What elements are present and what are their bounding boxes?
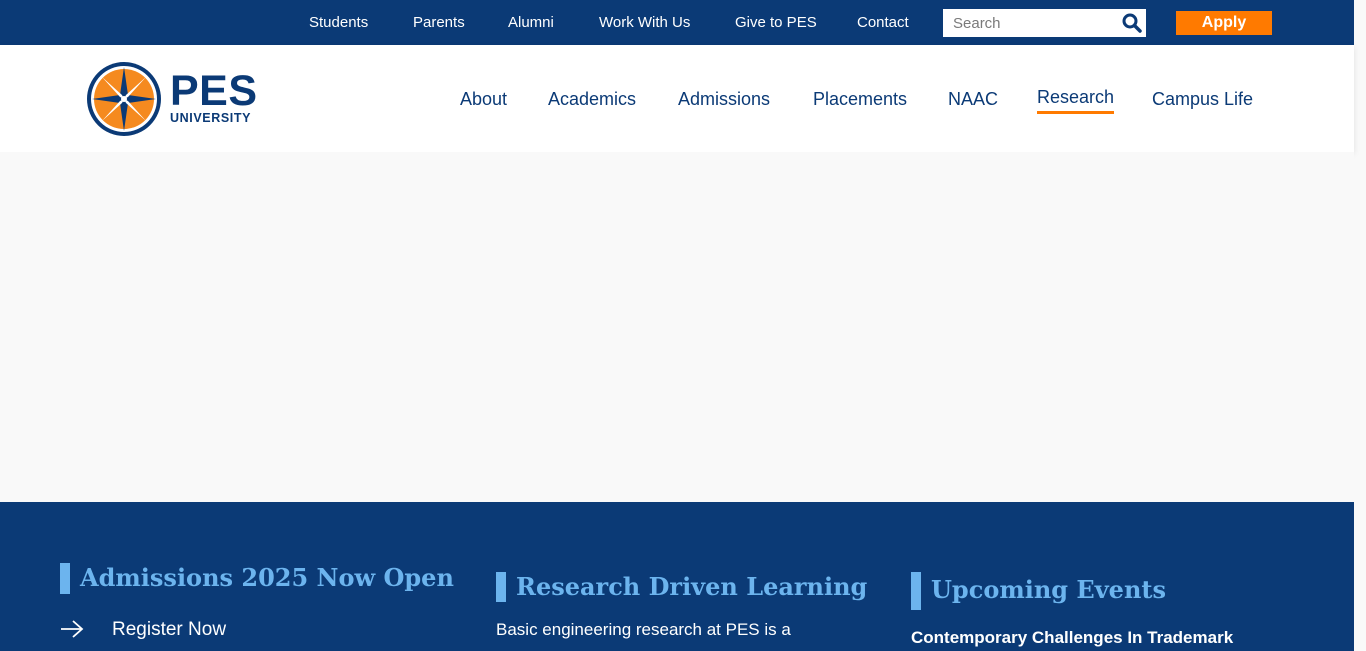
logo-wordmark: PES: [170, 67, 258, 115]
heading-accent-bar: [496, 572, 506, 602]
register-now-label: Register Now: [112, 619, 227, 640]
research-heading: Research Driven Learning: [496, 572, 867, 602]
apply-button[interactable]: Apply: [1176, 11, 1272, 35]
nav-about[interactable]: About: [460, 89, 507, 110]
hero-area: [0, 152, 1354, 502]
admissions-title: Admissions 2025 Now Open: [80, 563, 454, 592]
arrow-right-icon: [61, 620, 84, 638]
footer-highlights: Admissions 2025 Now Open Register Now Re…: [0, 502, 1354, 651]
admissions-heading: Admissions 2025 Now Open: [60, 563, 454, 594]
util-link-parents[interactable]: Parents: [413, 14, 465, 31]
util-link-contact[interactable]: Contact: [857, 14, 909, 31]
events-title: Upcoming Events: [931, 575, 1166, 604]
research-description: Basic engineering research at PES is a: [496, 620, 791, 639]
compass-logo-icon: [87, 62, 161, 136]
nav-admissions[interactable]: Admissions: [678, 89, 770, 110]
research-title: Research Driven Learning: [516, 572, 868, 601]
nav-academics[interactable]: Academics: [548, 89, 636, 110]
heading-accent-bar: [60, 563, 70, 594]
nav-campus-life[interactable]: Campus Life: [1152, 89, 1253, 110]
util-link-alumni[interactable]: Alumni: [508, 14, 554, 31]
logo-subtitle: UNIVERSITY: [170, 111, 252, 125]
event-item[interactable]: Contemporary Challenges In Trademark: [911, 628, 1233, 648]
nav-placements[interactable]: Placements: [813, 89, 907, 110]
nav-naac[interactable]: NAAC: [948, 89, 998, 110]
search-icon[interactable]: [1121, 13, 1143, 33]
search-input[interactable]: [943, 9, 1121, 37]
util-link-students[interactable]: Students: [309, 14, 368, 31]
utility-bar: Students Parents Alumni Work With Us Giv…: [0, 0, 1354, 45]
heading-accent-bar: [911, 572, 921, 610]
util-link-give[interactable]: Give to PES: [735, 14, 817, 31]
search-box: [943, 9, 1146, 37]
nav-research[interactable]: Research: [1037, 87, 1115, 114]
events-heading: Upcoming Events: [911, 572, 1166, 610]
main-nav: PES UNIVERSITY About Academics Admission…: [0, 45, 1354, 152]
pes-logo[interactable]: PES UNIVERSITY: [84, 59, 259, 139]
util-link-work-with-us[interactable]: Work With Us: [599, 14, 690, 31]
